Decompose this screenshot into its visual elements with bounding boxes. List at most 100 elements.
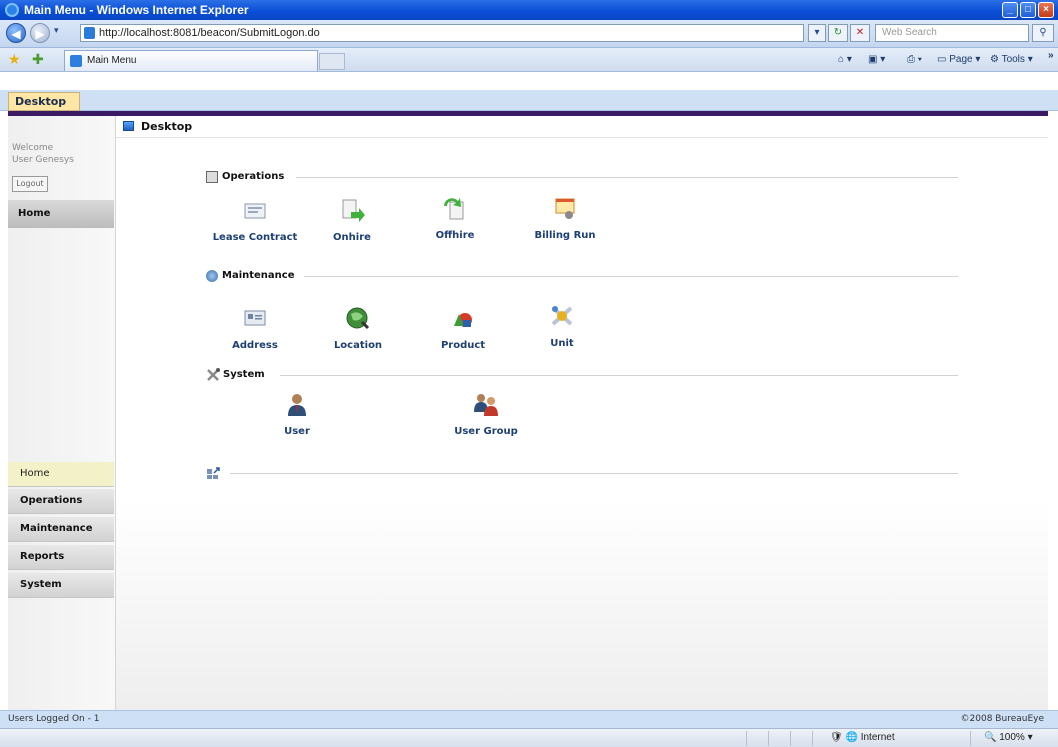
desktop-icon — [123, 121, 134, 131]
tile-label: Unit — [550, 338, 574, 349]
new-tab-button[interactable] — [319, 53, 345, 70]
tile-unit[interactable]: Unit — [512, 304, 612, 349]
app-status-bar: Users Logged On - 1 ©2008 BureauEye — [0, 710, 1058, 728]
tile-onhire[interactable]: Onhire — [302, 198, 402, 243]
chevron-more-icon[interactable]: » — [1048, 50, 1054, 61]
security-zone[interactable]: 🛡 🌐 Internet — [830, 732, 895, 743]
status-separator — [812, 731, 813, 746]
tile-label: Lease Contract — [212, 232, 298, 243]
section-title-system: System — [223, 369, 265, 380]
main-content: Desktop Operations Lease Contract Onhire… — [116, 116, 1048, 710]
sidebar-item-home[interactable]: Home — [8, 462, 114, 487]
add-favorites-icon[interactable]: ✚ — [32, 52, 44, 68]
internet-explorer-icon — [5, 3, 19, 17]
location-icon — [345, 306, 371, 330]
tile-location[interactable]: Location — [308, 306, 408, 351]
section-divider — [230, 473, 958, 474]
window-title-bar: Main Menu - Windows Internet Explorer _ … — [0, 0, 1058, 20]
tab-desktop[interactable]: Desktop — [8, 92, 80, 111]
page-title: Desktop — [141, 120, 193, 133]
status-separator — [790, 731, 791, 746]
sidebar-item-operations[interactable]: Operations — [8, 489, 114, 514]
tab-page-icon — [70, 55, 82, 67]
section-divider — [296, 177, 958, 178]
zoom-control[interactable]: 🔍 100% ▾ — [984, 732, 1033, 743]
search-icon[interactable]: ⚲ — [1032, 24, 1054, 42]
section-title-operations: Operations — [222, 171, 285, 182]
home-icon[interactable]: ⌂ ▾ — [838, 54, 852, 65]
tile-label: Offhire — [435, 230, 475, 241]
favorites-star-icon[interactable]: ★ — [8, 52, 21, 68]
print-icon[interactable]: ⎙ ▾ — [907, 54, 922, 65]
tile-lease-contract[interactable]: Lease Contract — [205, 198, 305, 243]
back-button[interactable]: ◀ — [6, 23, 26, 43]
favorites-bar: ★ ✚ Main Menu ⌂ ▾ ▣ ▾ ⎙ ▾ ▭ Page ▾ ⚙ Too… — [0, 48, 1058, 72]
close-button[interactable]: × — [1038, 2, 1054, 18]
url-text: http://localhost:8081/beacon/SubmitLogon… — [99, 27, 320, 39]
refresh-icon[interactable]: ↻ — [828, 24, 848, 42]
user-group-icon — [473, 392, 499, 416]
unit-icon — [549, 304, 575, 328]
status-separator — [970, 731, 971, 746]
billing-run-icon — [552, 196, 578, 220]
sidebar-item-reports[interactable]: Reports — [8, 545, 114, 570]
window-title: Main Menu - Windows Internet Explorer — [24, 3, 249, 17]
users-logged-on: Users Logged On - 1 — [8, 714, 100, 724]
address-bar: ◀ ▶ ▾ http://localhost:8081/beacon/Submi… — [0, 20, 1058, 48]
tile-billing-run[interactable]: Billing Run — [515, 196, 615, 241]
lease-contract-icon — [242, 198, 268, 222]
system-section-icon — [206, 368, 220, 382]
maintenance-section-icon — [206, 270, 218, 282]
tile-user-group[interactable]: User Group — [436, 392, 536, 437]
customize-icon[interactable] — [206, 466, 220, 480]
tile-label: User — [284, 426, 310, 437]
tile-label: User Group — [454, 426, 518, 437]
section-divider — [280, 375, 958, 376]
status-separator — [746, 731, 747, 746]
operations-section-icon — [206, 171, 218, 183]
tools-menu[interactable]: ⚙ Tools ▾ — [990, 54, 1033, 65]
url-dropdown-icon[interactable]: ▾ — [808, 24, 826, 42]
tile-product[interactable]: Product — [413, 306, 513, 351]
copyright-text: ©2008 BureauEye — [960, 714, 1044, 724]
sidebar-home-button[interactable]: Home — [8, 200, 114, 228]
tile-label: Billing Run — [534, 230, 596, 241]
forward-button[interactable]: ▶ — [30, 23, 50, 43]
feeds-icon[interactable]: ▣ ▾ — [868, 54, 885, 65]
logout-button[interactable]: Logout — [12, 176, 48, 192]
address-icon — [242, 306, 268, 330]
product-icon — [450, 306, 476, 330]
tab-title: Main Menu — [87, 55, 137, 66]
user-icon — [284, 392, 310, 416]
browser-tab[interactable]: Main Menu — [64, 50, 318, 71]
search-input[interactable]: Web Search — [875, 24, 1029, 42]
section-title-maintenance: Maintenance — [222, 270, 295, 281]
app-header: Desktop — [0, 90, 1058, 111]
tile-label: Product — [440, 340, 486, 351]
stop-icon[interactable]: ✕ — [850, 24, 870, 42]
url-input[interactable]: http://localhost:8081/beacon/SubmitLogon… — [80, 24, 804, 42]
minimize-button[interactable]: _ — [1002, 2, 1018, 18]
tile-address[interactable]: Address — [205, 306, 305, 351]
welcome-text: Welcome — [12, 143, 54, 153]
sidebar-item-maintenance[interactable]: Maintenance — [8, 517, 114, 542]
maximize-button[interactable]: □ — [1020, 2, 1036, 18]
welcome-block: Welcome User Genesys — [12, 142, 74, 166]
content-header: Desktop — [116, 116, 1048, 138]
tile-offhire[interactable]: Offhire — [405, 196, 505, 241]
section-divider — [304, 276, 958, 277]
onhire-icon — [339, 198, 365, 222]
browser-status-bar: 🛡 🌐 Internet 🔍 100% ▾ — [0, 728, 1058, 747]
offhire-icon — [442, 196, 468, 220]
status-separator — [768, 731, 769, 746]
sidebar-item-system[interactable]: System — [8, 573, 114, 598]
user-name: User Genesys — [12, 155, 74, 165]
sidebar: Welcome User Genesys Logout Home Home Op… — [8, 116, 116, 710]
page-menu[interactable]: ▭ Page ▾ — [937, 54, 980, 65]
page-icon — [84, 27, 95, 39]
tile-label: Onhire — [333, 232, 371, 243]
history-dropdown-icon[interactable]: ▾ — [54, 26, 59, 36]
tile-label: Address — [232, 340, 278, 351]
tile-label: Location — [333, 340, 383, 351]
tile-user[interactable]: User — [247, 392, 347, 437]
